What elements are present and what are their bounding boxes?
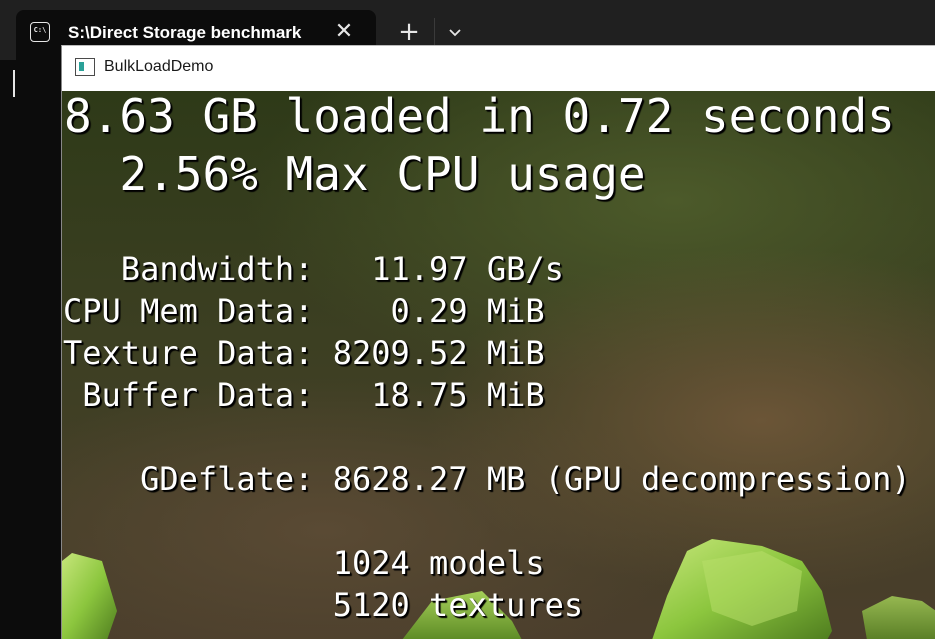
stats-overlay: 8.63 GB loaded in 0.72 seconds 2.56% Max… [62, 91, 935, 639]
gdeflate-stat: GDeflate: 8628.27 MB (GPU decompression) [63, 460, 911, 498]
app-window-icon [75, 58, 95, 76]
cpu-usage-stat: 2.56% Max CPU usage [64, 147, 646, 201]
render-viewport[interactable]: 8.63 GB loaded in 0.72 seconds 2.56% Max… [62, 91, 935, 639]
close-icon[interactable]: ✕ [332, 20, 356, 44]
texture-data-stat: Texture Data: 8209.52 MiB [63, 334, 545, 372]
chevron-down-icon[interactable] [442, 20, 468, 46]
tab-divider [434, 18, 435, 46]
window-title: BulkLoadDemo [104, 58, 214, 75]
plus-icon[interactable]: + [396, 18, 422, 46]
textures-count: 5120 textures [63, 586, 584, 624]
window-titlebar[interactable]: BulkLoadDemo [62, 46, 935, 91]
tab-title: S:\Direct Storage benchmark [68, 23, 302, 42]
models-count: 1024 models [63, 544, 545, 582]
bulkloaddemo-window[interactable]: BulkLoadDemo 8.63 GB loaded in 0.72 seco… [61, 45, 935, 639]
text-cursor [13, 70, 15, 97]
terminal-icon: C:\ [30, 22, 50, 42]
cpu-mem-stat: CPU Mem Data: 0.29 MiB [63, 292, 545, 330]
buffer-data-stat: Buffer Data: 18.75 MiB [63, 376, 545, 414]
bandwidth-stat: Bandwidth: 11.97 GB/s [63, 250, 564, 288]
headline-stat: 8.63 GB loaded in 0.72 seconds [64, 91, 895, 143]
